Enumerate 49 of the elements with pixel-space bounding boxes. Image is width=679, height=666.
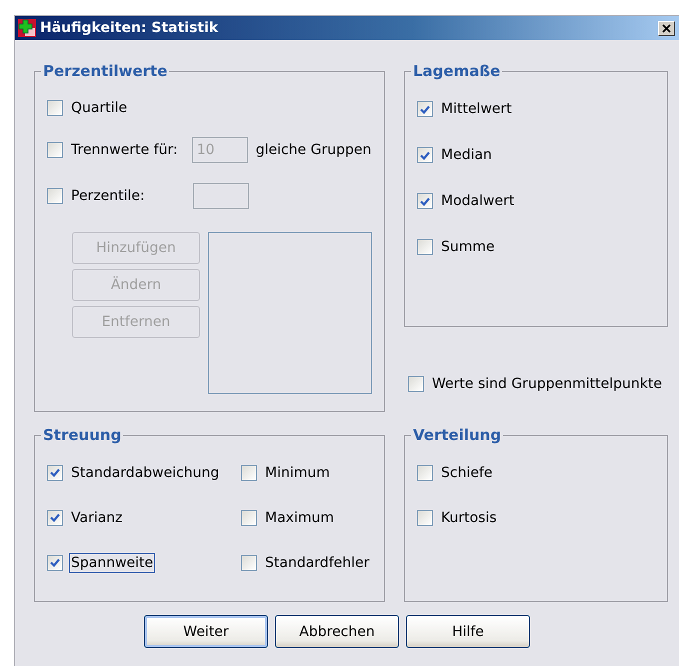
checkbox[interactable] [408, 376, 424, 392]
checkbox[interactable] [417, 193, 433, 209]
checkbox[interactable] [241, 554, 257, 570]
checkbox-label: Maximum [264, 508, 335, 528]
checkbox[interactable] [47, 100, 63, 116]
checkbox[interactable] [47, 510, 63, 526]
checkbox[interactable] [417, 147, 433, 163]
checkbox[interactable] [417, 101, 433, 117]
checkbox-label: Kurtosis [440, 508, 498, 528]
field-suffix: gleiche Gruppen [254, 141, 372, 160]
checkbox-label: Mittelwert [440, 100, 513, 119]
checkmark-icon [420, 150, 430, 160]
checkmark-icon [50, 558, 60, 567]
checkbox-label: Standardfehler [264, 554, 370, 572]
checkbox-label: Minimum [264, 464, 331, 482]
window-title: Häufigkeiten: Statistik [40, 20, 220, 36]
close-icon [662, 24, 671, 32]
checkbox[interactable] [47, 554, 63, 570]
checkmark-icon [420, 196, 430, 206]
checkbox[interactable] [241, 510, 257, 526]
checkbox-label: Trennwerte für: [70, 141, 179, 160]
group-title: Verteilung [412, 426, 502, 444]
app-icon [18, 19, 36, 37]
checkbox[interactable] [417, 239, 433, 255]
checkbox-label: Spannweite [69, 552, 156, 572]
checkbox-label: Standardabweichung [70, 464, 220, 482]
close-button[interactable] [658, 20, 675, 36]
checkbox-label: Quartile [70, 99, 128, 118]
checkbox-label: Varianz [70, 508, 124, 528]
group-title: Streuung [42, 426, 122, 444]
checkbox[interactable] [241, 464, 257, 480]
checkbox-label: Modalwert [440, 192, 516, 211]
list-box[interactable] [208, 232, 372, 394]
dialog-button[interactable]: Weiter [144, 615, 268, 648]
checkmark-icon [50, 513, 60, 522]
checkbox-label: Schiefe [440, 464, 494, 482]
checkbox[interactable] [417, 464, 433, 480]
checkbox[interactable] [417, 510, 433, 526]
checkbox-label: Median [440, 146, 493, 165]
checkbox[interactable] [47, 464, 63, 480]
checkmark-icon [50, 468, 60, 477]
checkbox-label: Perzentile: [70, 187, 146, 206]
group-title: Perzentilwerte [42, 62, 168, 80]
dialog-button[interactable]: Abbrechen [275, 615, 399, 648]
checkbox-label: Summe [440, 238, 496, 257]
dialog-button[interactable]: Hilfe [406, 615, 530, 648]
checkbox-label: Werte sind Gruppenmittelpunkte [431, 375, 663, 394]
checkmark-icon [420, 104, 430, 114]
group-title: Lagemaße [412, 62, 502, 80]
